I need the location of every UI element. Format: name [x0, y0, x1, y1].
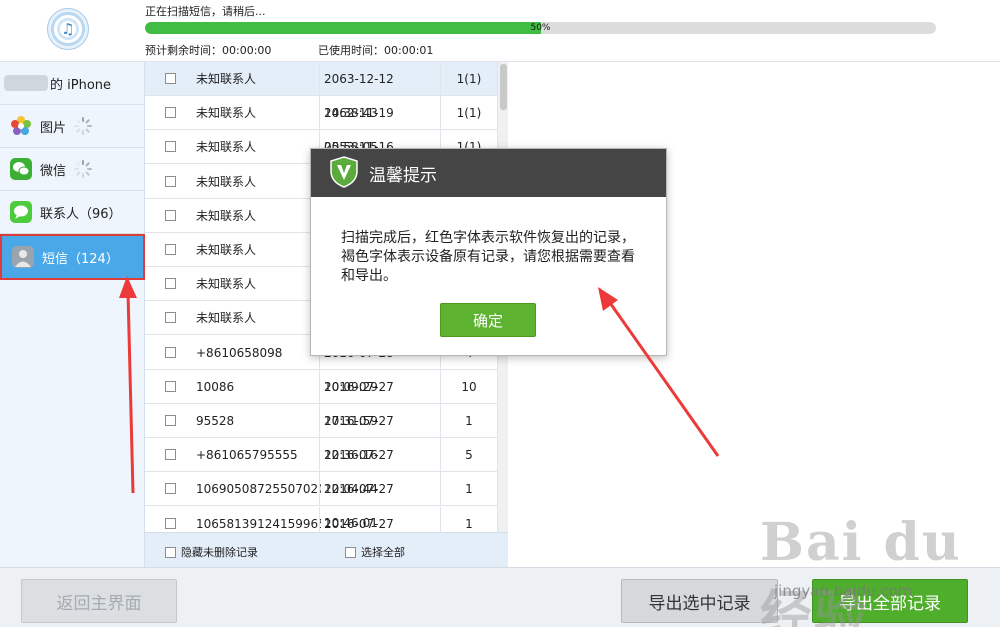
contact-name: 95528 [196, 414, 235, 428]
device-item[interactable]: 的 iPhone [0, 62, 145, 105]
message-count: 1 [441, 472, 498, 507]
select-all-checkbox[interactable] [345, 546, 356, 558]
message-date: 2016-07-27 10:29:13 [319, 506, 441, 532]
remaining-time: 预计剩余时间：00:00:00 [145, 44, 272, 57]
music-disc-icon: ♫ [47, 8, 89, 50]
sidebar-item-label: 联系人（96） [40, 206, 122, 222]
watermark-url: jingyan.baidu.com [774, 582, 913, 600]
scan-status-text: 正在扫描短信，请稍后... [145, 5, 266, 18]
dialog-message: 扫描完成后，红色字体表示软件恢复出的记录，褐色字体表示设备原有记录，请您根据需要… [341, 230, 635, 284]
row-checkbox[interactable] [165, 346, 176, 358]
message-date: 2062-11-19 05:58:05 [319, 96, 441, 154]
row-checkbox[interactable] [165, 141, 176, 153]
baidu-watermark: Bai du 经验 jingyan.baidu.com [742, 512, 982, 627]
message-count: 1 [441, 506, 498, 532]
message-date: 2016-07-27 17:31:59 [319, 369, 441, 428]
row-checkbox[interactable] [165, 483, 176, 495]
sms-icon [12, 246, 34, 268]
sidebar-item-wechat[interactable]: 微信 [0, 148, 145, 191]
select-all-option[interactable]: 选择全部 [345, 544, 405, 560]
message-count: 10 [441, 369, 498, 404]
table-row[interactable]: 10086 2016-07-27 17:31:59 10 [145, 369, 498, 428]
sidebar-item-contacts[interactable]: 联系人（96） [0, 191, 145, 234]
row-checkbox[interactable] [165, 278, 176, 290]
table-row[interactable]: 1065813912415996532016-07-27 10:29:131 [145, 506, 498, 532]
row-checkbox[interactable] [165, 312, 176, 324]
message-count: 5 [441, 438, 498, 473]
header: ♫ 正在扫描短信，请稍后... 50% 预计剩余时间：00:00:00 已使用时… [0, 0, 1000, 62]
contact-name: 未知联系人 [196, 140, 257, 155]
sidebar-item-photos[interactable]: 图片 [0, 105, 145, 148]
message-date: 2016-07-27 12:04:44 [319, 438, 441, 496]
contact-name: 未知联系人 [196, 174, 257, 189]
sidebar-item-label: 微信 [40, 163, 67, 179]
sidebar-item-sms[interactable]: 短信（124） [0, 234, 145, 280]
row-checkbox[interactable] [165, 449, 176, 461]
contact-name: 未知联系人 [196, 106, 257, 121]
watermark-text: Bai du 经验 [760, 512, 962, 627]
message-date: 2016-07-27 10:46:01 [319, 472, 441, 530]
sidebar-item-label: 短信（124） [42, 251, 119, 267]
table-row[interactable]: +861065795555 2016-07-27 12:04:44 5 [145, 438, 498, 496]
list-footer: 隐藏未删除记录 选择全部 [145, 532, 508, 567]
contact-name: 未知联系人 [196, 208, 257, 223]
message-count: 1(1) [441, 96, 498, 131]
contact-name: 未知联系人 [196, 311, 257, 326]
message-count: 1 [441, 404, 498, 438]
loading-spinner-icon [74, 117, 93, 135]
wechat-icon [10, 158, 32, 180]
contact-name: +8610658098 [196, 345, 283, 360]
row-checkbox[interactable] [165, 517, 176, 529]
photos-icon [10, 115, 32, 137]
contact-name: 10086 [196, 379, 235, 394]
hide-deleted-option[interactable]: 隐藏未删除记录 [165, 544, 258, 560]
contact-name: +861065795555 [196, 448, 298, 463]
tip-dialog: 温馨提示 扫描完成后，红色字体表示软件恢复出的记录，褐色字体表示设备原有记录，请… [310, 148, 667, 356]
sidebar: 的 iPhone 图片 微信 联系人（96） 短信（124） [0, 62, 145, 567]
message-date: 2063-12-12 14:38:43 [319, 62, 441, 120]
ok-button[interactable]: 确定 [440, 303, 536, 337]
progress-percent: 50% [530, 23, 551, 33]
loading-spinner-icon [74, 160, 93, 178]
contact-name: 未知联系人 [196, 72, 257, 86]
row-checkbox[interactable] [165, 175, 176, 187]
used-time: 已使用时间：00:00:01 [318, 44, 434, 57]
hide-deleted-checkbox[interactable] [165, 546, 176, 558]
contacts-icon [10, 201, 32, 223]
hide-deleted-label: 隐藏未删除记录 [181, 546, 258, 559]
message-date: 2016-07-27 12:36:16 [319, 404, 441, 462]
shield-icon [329, 155, 359, 191]
table-row[interactable]: 未知联系人 2063-12-12 14:38:43 1(1) [145, 62, 498, 120]
device-name: 的 iPhone [50, 77, 112, 93]
scan-progress-bar: 50% [145, 22, 936, 34]
row-checkbox[interactable] [165, 73, 176, 84]
select-all-label: 选择全部 [361, 546, 405, 559]
dialog-title: 温馨提示 [369, 165, 437, 186]
row-checkbox[interactable] [165, 380, 176, 392]
table-row[interactable]: 106905087255070205 2016-07-27 10:46:01 1 [145, 472, 498, 530]
scroll-thumb[interactable] [500, 64, 507, 110]
table-row[interactable]: 未知联系人 2062-11-19 05:58:051(1) [145, 96, 498, 154]
device-name-blurred [4, 75, 48, 91]
contact-name: 106581391241599653 [196, 516, 321, 531]
contact-name: 未知联系人 [196, 243, 257, 257]
contact-name: 106905087255070205 [196, 482, 321, 497]
row-checkbox[interactable] [165, 244, 176, 255]
sidebar-item-label: 图片 [40, 120, 67, 136]
dialog-header: 温馨提示 [311, 149, 666, 197]
contact-name: 未知联系人 [196, 277, 257, 292]
row-checkbox[interactable] [165, 107, 176, 119]
row-checkbox[interactable] [165, 415, 176, 426]
message-count: 1(1) [441, 62, 498, 96]
row-checkbox[interactable] [165, 209, 176, 221]
table-row[interactable]: 95528 2016-07-27 12:36:16 1 [145, 404, 498, 462]
back-to-main-button[interactable]: 返回主界面 [21, 579, 177, 623]
